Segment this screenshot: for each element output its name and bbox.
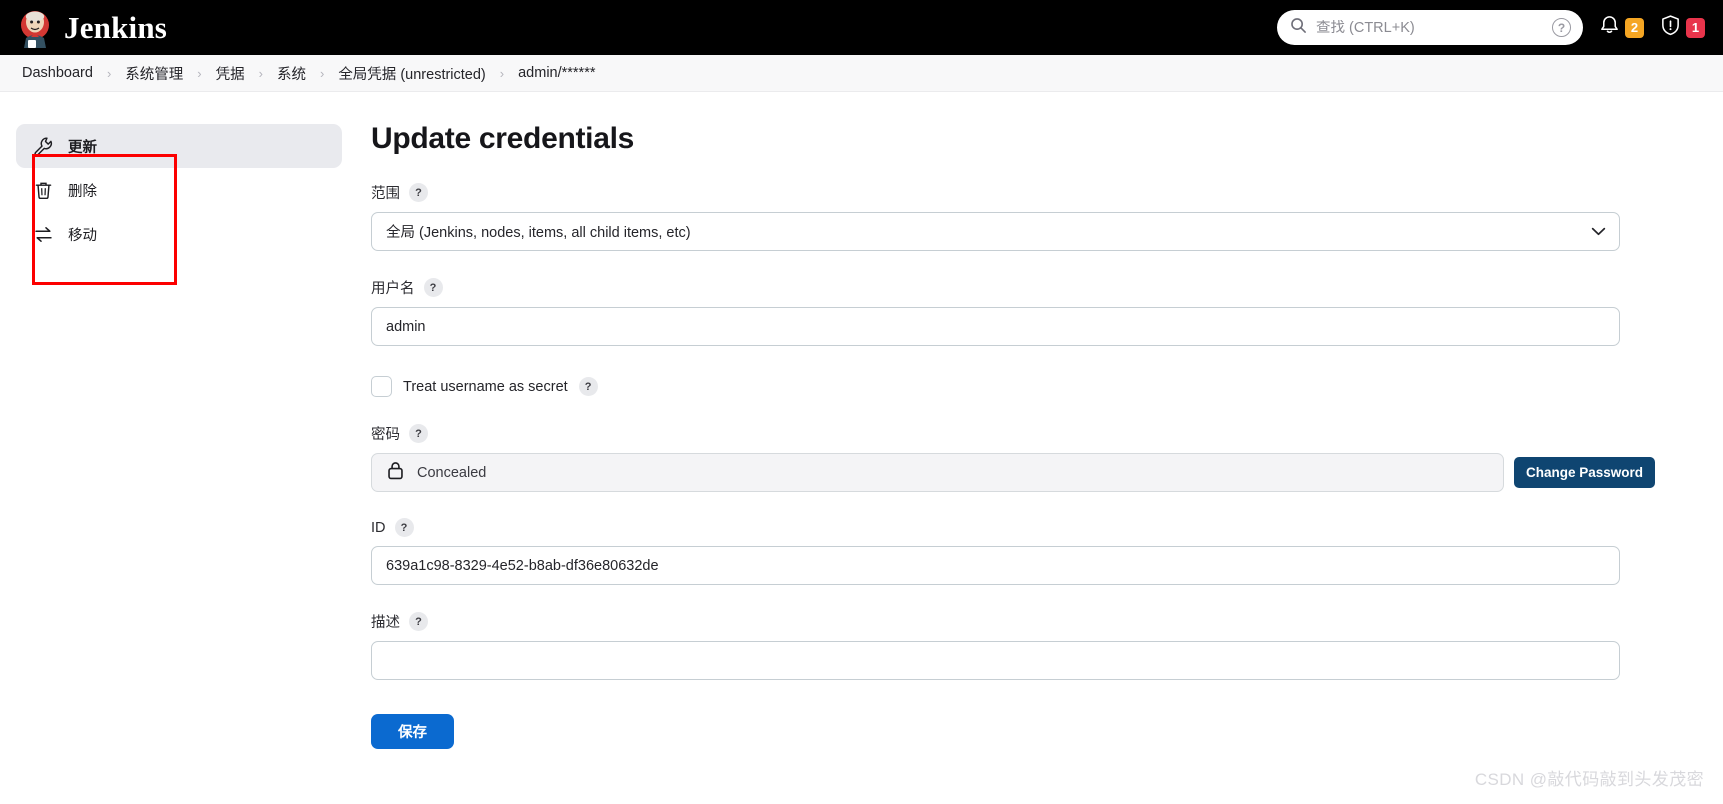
- description-label: 描述: [371, 615, 400, 631]
- search-box[interactable]: ?: [1277, 10, 1583, 45]
- trash-icon: [32, 179, 54, 201]
- id-label-row: ID ?: [371, 518, 1661, 537]
- sidebar-item-label: 更新: [68, 139, 97, 156]
- notifications-badge: 2: [1625, 17, 1644, 38]
- sidebar-item-update[interactable]: 更新: [16, 124, 342, 168]
- breadcrumb-item-system[interactable]: 系统: [271, 61, 312, 86]
- scope-select-value: 全局 (Jenkins, nodes, items, all child ite…: [386, 225, 691, 241]
- username-label: 用户名: [371, 281, 415, 297]
- breadcrumb-item-global-credentials[interactable]: 全局凭据 (unrestricted): [332, 61, 491, 86]
- sidebar-item-label: 移动: [68, 227, 97, 244]
- lock-icon: [386, 460, 405, 486]
- jenkins-butler-icon: [16, 8, 54, 48]
- help-icon[interactable]: ?: [394, 518, 414, 537]
- password-row: Concealed Change Password: [371, 453, 1661, 492]
- scope-label-row: 范围 ?: [371, 182, 1661, 203]
- chevron-right-icon: ›: [106, 65, 112, 81]
- help-icon[interactable]: ?: [578, 377, 598, 396]
- treat-username-as-secret-label: Treat username as secret: [403, 378, 568, 395]
- watermark: CSDN @敲代码敲到头发茂密: [1474, 770, 1704, 789]
- help-icon[interactable]: ?: [423, 278, 443, 297]
- save-button[interactable]: 保存: [371, 714, 454, 749]
- search-input[interactable]: [1316, 19, 1543, 36]
- notifications-button[interactable]: 2: [1599, 14, 1644, 41]
- wrench-icon: [32, 135, 54, 157]
- breadcrumb-item-dashboard[interactable]: Dashboard: [16, 63, 99, 83]
- description-label-row: 描述 ?: [371, 611, 1661, 632]
- chevron-right-icon: ›: [258, 65, 263, 81]
- password-label: 密码: [371, 427, 400, 443]
- treat-username-as-secret-checkbox[interactable]: [371, 376, 392, 397]
- sidebar: 更新 删除 移动: [16, 124, 342, 285]
- field-scope: 范围 ? 全局 (Jenkins, nodes, items, all chil…: [371, 182, 1661, 251]
- username-label-row: 用户名 ?: [371, 277, 1661, 298]
- move-arrows-icon: [32, 223, 54, 245]
- bell-icon: [1599, 14, 1620, 41]
- search-icon: [1290, 17, 1307, 39]
- sidebar-item-move[interactable]: 移动: [16, 212, 342, 256]
- password-concealed-text: Concealed: [417, 464, 487, 481]
- help-icon[interactable]: ?: [409, 183, 428, 202]
- field-username: 用户名 ?: [371, 277, 1661, 346]
- shield-exclamation-icon: [1660, 14, 1681, 41]
- chevron-down-icon: [1591, 224, 1606, 240]
- field-id: ID ?: [371, 518, 1661, 585]
- chevron-right-icon: ›: [499, 65, 505, 81]
- update-credentials-form: Update credentials 范围 ? 全局 (Jenkins, nod…: [371, 92, 1661, 749]
- breadcrumb-item-system-management[interactable]: 系统管理: [119, 61, 189, 86]
- page-title: Update credentials: [371, 122, 635, 155]
- scope-select[interactable]: 全局 (Jenkins, nodes, items, all child ite…: [371, 212, 1620, 251]
- breadcrumb: Dashboard › 系统管理 › 凭据 › 系统 › 全局凭据 (unres…: [0, 55, 1723, 92]
- brand-title: Jenkins: [64, 9, 168, 45]
- chevron-right-icon: ›: [319, 65, 325, 81]
- help-icon[interactable]: ?: [409, 424, 428, 443]
- password-field-readonly: Concealed: [371, 453, 1504, 492]
- security-button[interactable]: 1: [1660, 14, 1705, 41]
- sidebar-item-delete[interactable]: 删除: [16, 168, 342, 212]
- help-circle-icon[interactable]: ?: [1552, 18, 1571, 37]
- change-password-button[interactable]: Change Password: [1514, 457, 1656, 488]
- field-description: 描述 ?: [371, 611, 1661, 680]
- field-password: 密码 ? Concealed Change Password: [371, 423, 1661, 492]
- header-actions: ? 2 1: [1277, 10, 1705, 45]
- username-input[interactable]: [371, 307, 1620, 346]
- page-body: 更新 删除 移动 Update credentials 范围 ? 全局 (Jen…: [0, 92, 1723, 804]
- sidebar-item-label: 删除: [68, 183, 97, 200]
- security-badge: 1: [1686, 17, 1705, 38]
- description-input[interactable]: [371, 641, 1620, 680]
- app-header: Jenkins ? 2: [0, 0, 1723, 55]
- breadcrumb-item-admin[interactable]: admin/******: [512, 63, 601, 83]
- id-input[interactable]: [371, 546, 1620, 585]
- help-icon[interactable]: ?: [409, 612, 428, 631]
- password-label-row: 密码 ?: [371, 423, 1661, 444]
- id-label: ID: [371, 519, 386, 536]
- brand-home-link[interactable]: Jenkins: [16, 8, 167, 48]
- breadcrumb-item-credentials[interactable]: 凭据: [210, 61, 251, 86]
- chevron-right-icon: ›: [197, 65, 202, 81]
- treat-username-as-secret-row[interactable]: Treat username as secret ?: [371, 376, 1661, 397]
- scope-label: 范围: [371, 186, 400, 202]
